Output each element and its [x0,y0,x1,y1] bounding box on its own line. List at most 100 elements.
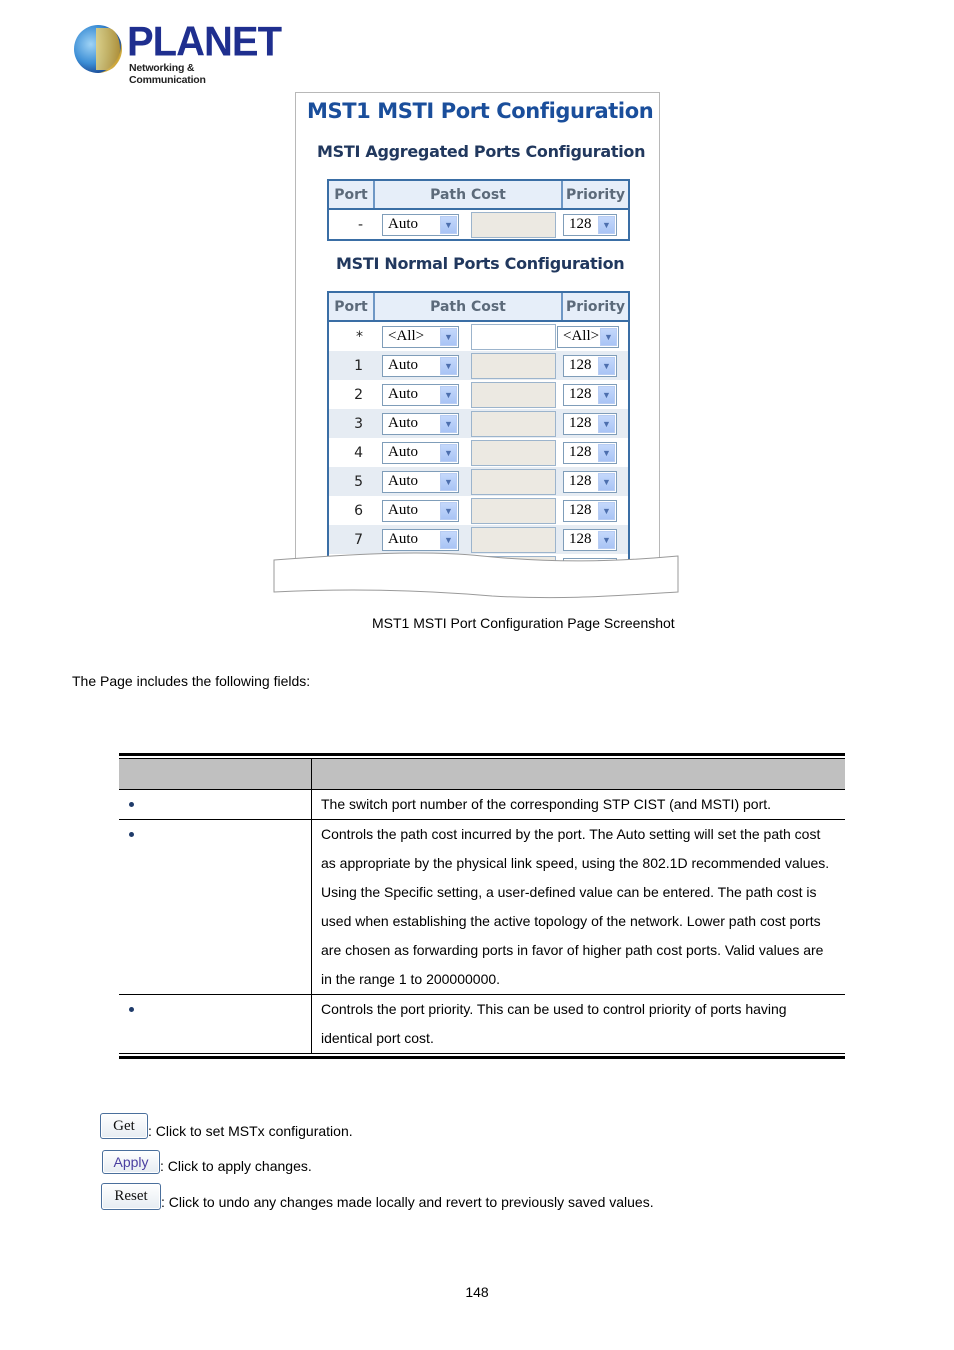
page-title: MST1 MSTI Port Configuration [307,99,654,123]
select-value: 128 [569,502,592,518]
chevron-down-icon[interactable]: ▼ [440,501,457,520]
col-path-cost: Path Cost [375,181,563,208]
table-row: 5 Auto ▼ 128 ▼ [329,467,628,496]
port-cell: 5 [354,473,363,490]
apply-button-description: : Click to apply changes. [160,1158,312,1174]
reset-button-description: : Click to undo any changes made locally… [161,1194,654,1210]
chevron-down-icon[interactable]: ▼ [598,215,615,234]
path-cost-input[interactable] [471,468,556,495]
object-cell [119,995,312,1053]
chevron-down-icon[interactable]: ▼ [440,327,457,346]
table-row: 4 Auto ▼ 128 ▼ [329,438,628,467]
intro-text: The Page includes the following fields: [72,673,311,689]
table-row: 3 Auto ▼ 128 ▼ [329,409,628,438]
chevron-down-icon[interactable]: ▼ [440,443,457,462]
embedded-screenshot: MST1 MSTI Port Configuration MSTI Aggreg… [295,92,660,573]
normal-ports-table: Port Path Cost Priority * <All> ▼ <All> … [327,291,630,573]
chevron-down-icon[interactable]: ▼ [598,443,615,462]
path-cost-input[interactable] [471,497,556,524]
bullet-icon [129,1007,134,1012]
path-cost-input[interactable] [471,410,556,437]
reset-button[interactable]: Reset [101,1183,161,1210]
select-value: Auto [388,415,418,431]
priority-select[interactable]: 128 ▼ [563,441,617,464]
chevron-down-icon[interactable]: ▼ [440,356,457,375]
select-value: Auto [388,531,418,547]
chevron-down-icon[interactable]: ▼ [598,501,615,520]
table-row: Controls the port priority. This can be … [119,995,845,1054]
priority-select[interactable]: 128 ▼ [563,213,617,236]
col-port: Port [329,293,375,320]
chevron-down-icon[interactable]: ▼ [440,472,457,491]
select-value: 128 [569,444,592,460]
apply-button[interactable]: Apply [102,1150,160,1174]
chevron-down-icon[interactable]: ▼ [440,215,457,234]
object-cell [119,790,312,819]
path-cost-input[interactable] [471,323,556,350]
path-cost-select[interactable]: Auto ▼ [382,470,459,493]
chevron-down-icon[interactable]: ▼ [598,530,615,549]
get-button-description: : Click to set MSTx configuration. [148,1123,353,1139]
normal-heading: MSTI Normal Ports Configuration [336,254,625,273]
path-cost-select[interactable]: Auto ▼ [382,499,459,522]
get-button[interactable]: Get [100,1113,148,1139]
planet-logo: PLANET Networking & Communication [72,19,282,86]
chevron-down-icon[interactable]: ▼ [440,530,457,549]
bullet-icon [129,832,134,837]
select-value: 128 [569,357,592,373]
aggregated-ports-table: Port Path Cost Priority - Auto ▼ 128 ▼ [327,179,630,241]
select-value: Auto [388,386,418,402]
select-value: 128 [569,473,592,489]
path-cost-select[interactable]: Auto ▼ [382,354,459,377]
path-cost-select[interactable]: Auto ▼ [382,383,459,406]
table-row: 6 Auto ▼ 128 ▼ [329,496,628,525]
chevron-down-icon[interactable]: ▼ [598,414,615,433]
description-cell: The switch port number of the correspond… [321,796,772,812]
priority-select[interactable]: 128 ▼ [563,499,617,522]
path-cost-select[interactable]: Auto ▼ [382,412,459,435]
priority-select[interactable]: 128 ▼ [563,354,617,377]
table-row-all: * <All> ▼ <All> ▼ [329,322,628,351]
chevron-down-icon[interactable]: ▼ [440,414,457,433]
path-cost-input[interactable] [471,439,556,466]
select-value: 128 [569,216,592,232]
port-cell: 6 [354,502,363,519]
path-cost-select[interactable]: <All> ▼ [382,325,459,348]
fields-table: The switch port number of the correspond… [119,753,845,1059]
description-cell: Controls the path cost incurred by the p… [321,826,830,987]
path-cost-select[interactable]: Auto ▼ [382,213,459,236]
header-object [119,759,312,789]
chevron-down-icon[interactable]: ▼ [598,472,615,491]
port-cell: 2 [354,386,363,403]
path-cost-input[interactable] [471,211,556,238]
select-value: <All> [563,328,600,344]
bullet-icon [129,802,134,807]
table-row: 1 Auto ▼ 128 ▼ [329,351,628,380]
chevron-down-icon[interactable]: ▼ [600,327,617,346]
col-priority: Priority [565,298,626,315]
path-cost-input[interactable] [471,352,556,379]
header-description [312,759,845,789]
select-value: Auto [388,216,418,232]
select-value: 128 [569,386,592,402]
object-cell [119,820,312,994]
logo-tagline: Networking & Communication [129,62,206,86]
select-value: Auto [388,444,418,460]
select-value: 128 [569,531,592,547]
port-cell: 4 [354,444,363,461]
port-cell: 1 [354,357,363,374]
chevron-down-icon[interactable]: ▼ [598,385,615,404]
priority-select[interactable]: 128 ▼ [563,470,617,493]
col-path-cost: Path Cost [375,293,563,320]
logo-brand: PLANET [127,18,282,66]
torn-paper-edge [273,552,679,599]
path-cost-select[interactable]: Auto ▼ [382,441,459,464]
table-header-row [119,758,845,790]
path-cost-input[interactable] [471,381,556,408]
priority-select[interactable]: 128 ▼ [563,383,617,406]
priority-select[interactable]: 128 ▼ [563,412,617,435]
priority-select[interactable]: <All> ▼ [557,325,619,348]
chevron-down-icon[interactable]: ▼ [440,385,457,404]
chevron-down-icon[interactable]: ▼ [598,356,615,375]
get-button-line: Get : Click to set MSTx configuration. [100,1113,353,1139]
